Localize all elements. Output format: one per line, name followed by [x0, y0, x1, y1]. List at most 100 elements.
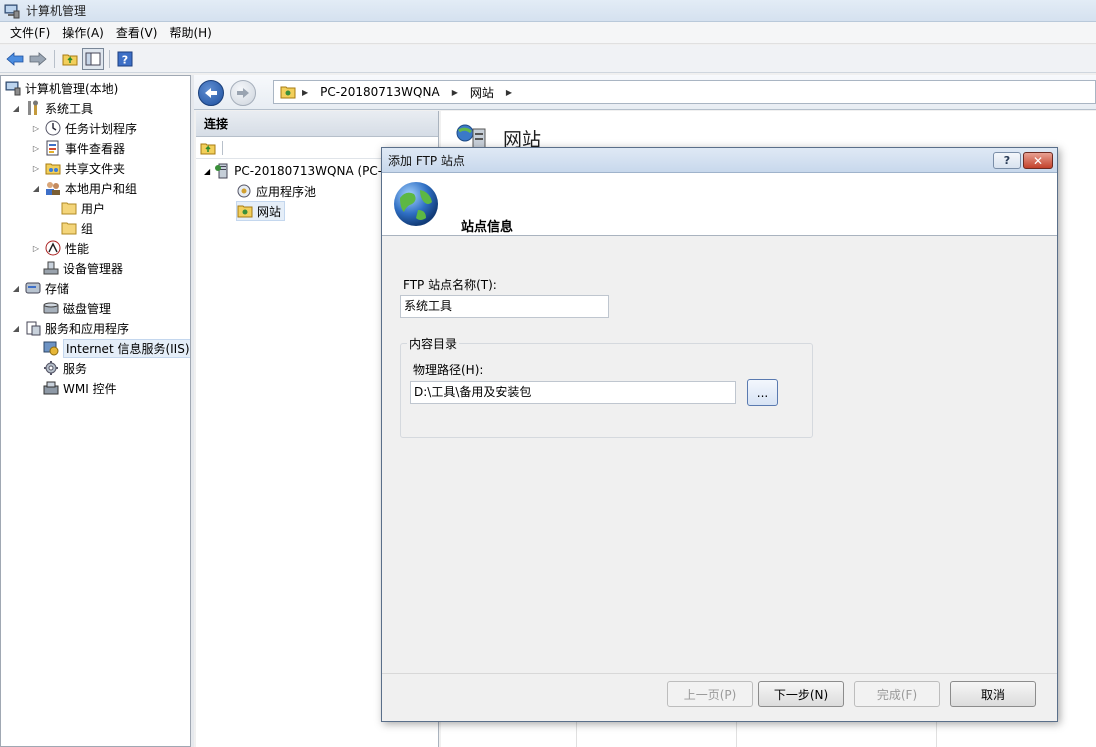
breadcrumb-computer[interactable]: PC-20180713WQNA: [320, 85, 440, 99]
help-icon[interactable]: ?: [114, 48, 136, 70]
back-arrow-icon[interactable]: [4, 48, 26, 70]
menu-view[interactable]: 查看(V): [110, 23, 164, 43]
expand-arrow-icon[interactable]: ▷: [31, 123, 41, 133]
tree-item-disk-management[interactable]: 磁盘管理: [43, 298, 111, 318]
folder-icon: [61, 222, 77, 235]
menu-action[interactable]: 操作(A): [56, 23, 110, 43]
conn-label: PC-20180713WQNA (PC-: [234, 164, 383, 178]
back-button[interactable]: [198, 80, 224, 106]
breadcrumb-separator-icon[interactable]: ▶: [452, 88, 458, 97]
tree-item-services[interactable]: 服务: [43, 358, 87, 378]
address-bar[interactable]: ▶ PC-20180713WQNA ▶ 网站 ▶: [273, 80, 1096, 104]
tree-item-system-tools[interactable]: ◢ 系统工具: [11, 98, 93, 118]
toolbar: ?: [0, 45, 1096, 73]
tree-label: WMI 控件: [63, 381, 117, 396]
collapse-arrow-icon[interactable]: ◢: [31, 183, 41, 193]
conn-item-app-pools[interactable]: 应用程序池: [236, 181, 316, 201]
tree-item-wmi[interactable]: WMI 控件: [43, 378, 117, 398]
cancel-button[interactable]: 取消: [950, 681, 1036, 707]
back-arrow-icon: [205, 88, 217, 98]
tree-label: 设备管理器: [63, 261, 124, 276]
tree-item-iis[interactable]: Internet 信息服务(IIS)管: [43, 338, 190, 358]
expand-arrow-icon[interactable]: ▷: [31, 143, 41, 153]
breadcrumb-separator-icon[interactable]: ▶: [506, 88, 512, 97]
tree-label: 服务: [63, 361, 88, 376]
clock-icon: [45, 120, 61, 136]
site-name-input[interactable]: 系统工具: [400, 295, 609, 318]
computer-management-icon: [4, 4, 20, 18]
breadcrumb-sites[interactable]: 网站: [470, 84, 494, 101]
tree-item-local-users-groups[interactable]: ◢ 本地用户和组: [31, 178, 137, 198]
tree-label: 服务和应用程序: [45, 321, 130, 336]
physical-path-input[interactable]: D:\工具\备用及安装包: [410, 381, 736, 404]
dialog-title: 添加 FTP 站点: [388, 153, 465, 168]
pane-splitter[interactable]: [191, 75, 194, 747]
tools-icon: [28, 100, 38, 115]
browse-button[interactable]: ...: [747, 379, 778, 406]
breadcrumb-separator-icon[interactable]: ▶: [302, 88, 308, 97]
console-tree: 计算机管理(本地) ◢ 系统工具 ▷ 任务计划程序 ▷ 事件查看器 ▷ 共享文件…: [0, 75, 191, 747]
tree-label: 本地用户和组: [65, 181, 138, 196]
tree-item-groups[interactable]: 组: [61, 218, 93, 238]
tree-item-performance[interactable]: ▷ 性能: [31, 238, 89, 258]
tree-item-event-viewer[interactable]: ▷ 事件查看器: [31, 138, 125, 158]
collapse-arrow-icon[interactable]: ◢: [11, 103, 21, 113]
connections-header: 连接: [196, 111, 438, 137]
performance-icon: [45, 240, 61, 256]
content-directory-group: 内容目录 物理路径(H): D:\工具\备用及安装包 ...: [400, 335, 813, 438]
tree-label: Internet 信息服务(IIS)管: [63, 338, 190, 358]
conn-item-server[interactable]: ◢ PC-20180713WQNA (PC-: [204, 161, 382, 181]
gear-icon: [44, 361, 58, 375]
tree-label: 计算机管理(本地): [25, 81, 119, 96]
tree-item-shared-folders[interactable]: ▷ 共享文件夹: [31, 158, 125, 178]
forward-button[interactable]: [230, 80, 256, 106]
close-button[interactable]: ✕: [1023, 152, 1053, 169]
help-button[interactable]: ?: [993, 152, 1021, 169]
tree-label: 用户: [81, 201, 106, 216]
finish-button[interactable]: 完成(F): [854, 681, 940, 707]
tree-label: 存储: [45, 281, 70, 296]
toolbar-separator: [54, 49, 55, 68]
dialog-header: 站点信息: [382, 173, 1057, 236]
previous-button[interactable]: 上一页(P): [667, 681, 753, 707]
expand-arrow-icon[interactable]: ▷: [31, 163, 41, 173]
show-hide-tree-icon[interactable]: [82, 47, 104, 70]
tree-label: 任务计划程序: [65, 121, 138, 136]
tree-item-services-apps[interactable]: ◢ 服务和应用程序: [11, 318, 129, 338]
up-folder-icon[interactable]: [59, 48, 81, 70]
computer-management-icon: [5, 81, 21, 96]
conn-item-sites[interactable]: 网站: [236, 201, 286, 221]
window-title: 计算机管理: [26, 4, 87, 18]
window-titlebar: 计算机管理: [0, 0, 1096, 22]
add-ftp-site-dialog: 添加 FTP 站点 ? ✕ 站点信息 FTP 站点名称(T): 系统工具 内容目…: [381, 147, 1058, 722]
tree-item-users[interactable]: 用户: [61, 198, 105, 218]
conn-label: 应用程序池: [256, 184, 317, 199]
tree-label: 共享文件夹: [65, 161, 126, 176]
disk-icon: [43, 302, 59, 314]
wmi-control-icon: [43, 381, 59, 395]
content-directory-legend: 内容目录: [407, 335, 460, 352]
storage-icon: [25, 282, 41, 294]
create-connection-icon[interactable]: [200, 141, 216, 155]
menu-help[interactable]: 帮助(H): [163, 23, 217, 43]
forward-arrow-icon[interactable]: [27, 48, 49, 70]
expand-arrow-icon[interactable]: ▷: [31, 243, 41, 253]
tree-item-task-scheduler[interactable]: ▷ 任务计划程序: [31, 118, 137, 138]
menu-file[interactable]: 文件(F): [4, 23, 56, 43]
tree-item-root[interactable]: 计算机管理(本地): [5, 78, 118, 98]
collapse-arrow-icon[interactable]: ◢: [204, 167, 210, 176]
physical-path-label: 物理路径(H):: [413, 363, 484, 377]
site-folder-icon: [280, 86, 296, 99]
globe-icon: [394, 182, 438, 226]
collapse-arrow-icon[interactable]: ◢: [11, 323, 21, 333]
collapse-arrow-icon[interactable]: ◢: [11, 283, 21, 293]
menu-bar: 文件(F) 操作(A) 查看(V) 帮助(H): [0, 22, 1096, 44]
next-button[interactable]: 下一步(N): [758, 681, 844, 707]
dialog-body: FTP 站点名称(T): 系统工具 内容目录 物理路径(H): D:\工具\备用…: [382, 236, 1057, 671]
application-pool-icon: [237, 184, 251, 198]
tree-item-storage[interactable]: ◢ 存储: [11, 278, 69, 298]
sites-folder-icon: [237, 205, 253, 218]
folder-icon: [61, 202, 77, 215]
conn-label: 网站: [257, 204, 282, 219]
tree-item-device-manager[interactable]: 设备管理器: [43, 258, 123, 278]
